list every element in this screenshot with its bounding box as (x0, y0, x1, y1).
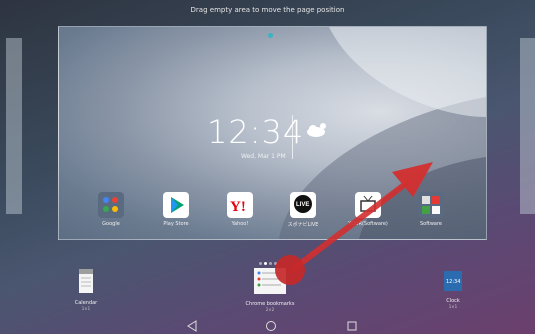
svg-text:12:34: 12:34 (446, 279, 460, 285)
weather-cloud-icon (307, 123, 326, 137)
clock-widget-icon: 12:34 (444, 271, 462, 291)
widget-chrome-bookmarks[interactable]: Chrome bookmarks 2×2 (240, 267, 300, 312)
widget-calendar[interactable]: Calendar 1×1 (66, 268, 106, 311)
dtv-icon (355, 192, 381, 218)
calendar-widget-icon (79, 269, 93, 293)
recents-icon[interactable] (346, 320, 358, 332)
right-page-preview[interactable] (520, 38, 535, 214)
drag-hint: Drag empty area to move the page positio… (190, 6, 345, 14)
app-play-store[interactable]: Play Store (151, 192, 201, 227)
yahoo-icon: Y! (227, 192, 253, 218)
clock-divider (292, 115, 293, 159)
app-google-folder[interactable]: Google (86, 192, 136, 227)
app-yahoo[interactable]: Y! Yahoo! (215, 192, 265, 227)
widget-clock[interactable]: 12:34 Clock 1×1 (433, 270, 473, 309)
play-store-icon (163, 192, 189, 218)
clock-time: 12:34 (207, 113, 305, 151)
chrome-bookmarks-widget-icon (254, 268, 286, 294)
left-page-preview[interactable] (6, 38, 22, 214)
navigation-bar (0, 316, 535, 334)
google-folder-icon (98, 192, 124, 218)
app-software-folder[interactable]: Software (406, 192, 456, 227)
app-dtv[interactable]: YOUR(Software) (343, 192, 393, 227)
home-icon[interactable] (265, 320, 277, 332)
svg-text:Y!: Y! (230, 199, 246, 215)
sponavi-live-icon: LIVE (290, 192, 316, 218)
software-folder-icon (418, 192, 444, 218)
svg-text:LIVE: LIVE (296, 202, 309, 208)
app-sponavi-live[interactable]: LIVE スポナビLIVE (278, 192, 328, 228)
clock-date: Wed, Mar 1 PM (241, 153, 286, 160)
back-icon[interactable] (186, 320, 198, 332)
page-indicator-dot (268, 33, 273, 38)
